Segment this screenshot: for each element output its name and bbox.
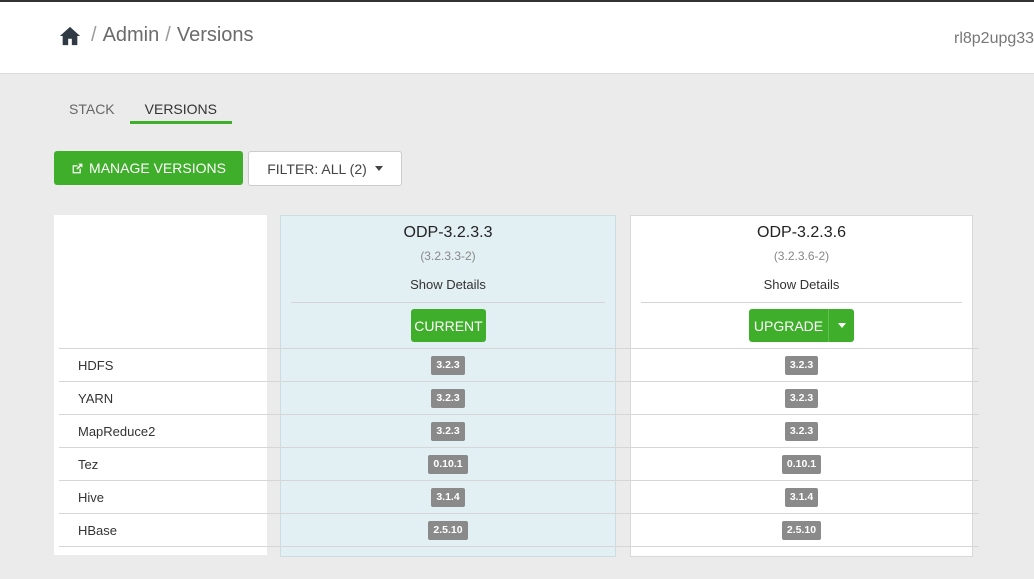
service-name: MapReduce2: [78, 424, 156, 439]
table-cell: 2.5.10: [281, 514, 615, 547]
version-header: ODP-3.2.3.3 (3.2.3.3-2) Show Details CUR…: [281, 216, 615, 349]
table-cell: 2.5.10: [631, 514, 972, 547]
service-version-badge: 3.2.3: [431, 356, 465, 375]
cluster-name: rl8p2upg33: [954, 30, 1034, 47]
upgrade-options-dropdown[interactable]: [829, 309, 854, 342]
current-version-badges: 3.2.3 3.2.3 3.2.3 0.10.1 3.1.4 2.5.10: [281, 349, 615, 547]
service-version-badge: 0.10.1: [428, 455, 468, 474]
breadcrumb-current-page: Versions: [176, 24, 254, 46]
table-cell: 3.2.3: [631, 349, 972, 382]
service-version-badge: 3.2.3: [784, 422, 819, 441]
service-name: HBase: [78, 523, 118, 538]
home-icon[interactable]: [59, 25, 81, 47]
service-version-badge: 3.1.4: [431, 488, 465, 507]
service-version-badge: 3.2.3: [784, 389, 819, 408]
service-list: HDFS YARN MapReduce2 Tez Hive HBase: [59, 349, 267, 547]
upgrade-version-badges: 3.2.3 3.2.3 3.2.3 0.10.1 3.1.4 2.5.10: [631, 349, 972, 547]
breadcrumb-separator: /: [91, 24, 97, 46]
service-version-badge: 0.10.1: [781, 455, 822, 474]
service-name: Hive: [78, 490, 105, 505]
tab-versions[interactable]: VERSIONS: [129, 100, 233, 124]
table-cell: 3.2.3: [631, 382, 972, 415]
divider: [291, 302, 605, 303]
filter-dropdown[interactable]: FILTER: ALL (2): [248, 151, 402, 186]
version-name: ODP-3.2.3.3: [403, 224, 493, 241]
divider: [641, 302, 962, 303]
current-version-button[interactable]: CURRENT: [411, 309, 486, 342]
service-name: YARN: [78, 391, 114, 406]
version-full-number: (3.2.3.6-2): [773, 249, 830, 263]
tab-bar: STACK VERSIONS: [54, 100, 233, 124]
version-full-number: (3.2.3.3-2): [420, 249, 476, 263]
version-header: ODP-3.2.3.6 (3.2.3.6-2) Show Details UPG…: [631, 216, 972, 349]
version-name: ODP-3.2.3.6: [757, 224, 846, 241]
service-version-badge: 3.2.3: [431, 389, 465, 408]
caret-down-icon: [837, 323, 846, 328]
page-header: / Admin / Versions rl8p2upg33: [0, 2, 1034, 74]
table-cell: 3.2.3: [281, 382, 615, 415]
upgrade-button[interactable]: UPGRADE: [749, 309, 829, 342]
service-version-badge: 3.2.3: [784, 356, 819, 375]
table-cell: 3.2.3: [281, 415, 615, 448]
table-cell: 3.2.3: [281, 349, 615, 382]
show-details-link[interactable]: Show Details: [631, 277, 972, 292]
manage-versions-label: MANAGE VERSIONS: [89, 160, 226, 176]
breadcrumb-separator: /: [165, 24, 171, 46]
service-name: HDFS: [78, 358, 114, 373]
breadcrumb-admin-link[interactable]: Admin: [103, 24, 160, 47]
breadcrumb: / Admin / Versions: [59, 24, 254, 47]
tab-stack[interactable]: STACK: [54, 100, 130, 123]
caret-down-icon: [374, 166, 383, 171]
service-name: Tez: [78, 457, 99, 472]
table-cell: 0.10.1: [281, 448, 615, 481]
table-cell: 3.1.4: [281, 481, 615, 514]
service-version-badge: 2.5.10: [781, 521, 822, 540]
upgrade-button-group: UPGRADE: [749, 309, 854, 342]
external-link-icon: [72, 163, 83, 173]
row-divider: [59, 546, 979, 579]
manage-versions-button[interactable]: MANAGE VERSIONS: [54, 151, 243, 185]
table-cell: 0.10.1: [631, 448, 972, 481]
service-version-badge: 3.1.4: [784, 488, 819, 507]
service-version-badge: 2.5.10: [428, 521, 468, 540]
show-details-link[interactable]: Show Details: [281, 277, 615, 292]
table-cell: 3.2.3: [631, 415, 972, 448]
filter-label: FILTER: ALL (2): [267, 160, 367, 177]
table-cell: 3.1.4: [631, 481, 972, 514]
service-version-badge: 3.2.3: [431, 422, 465, 441]
